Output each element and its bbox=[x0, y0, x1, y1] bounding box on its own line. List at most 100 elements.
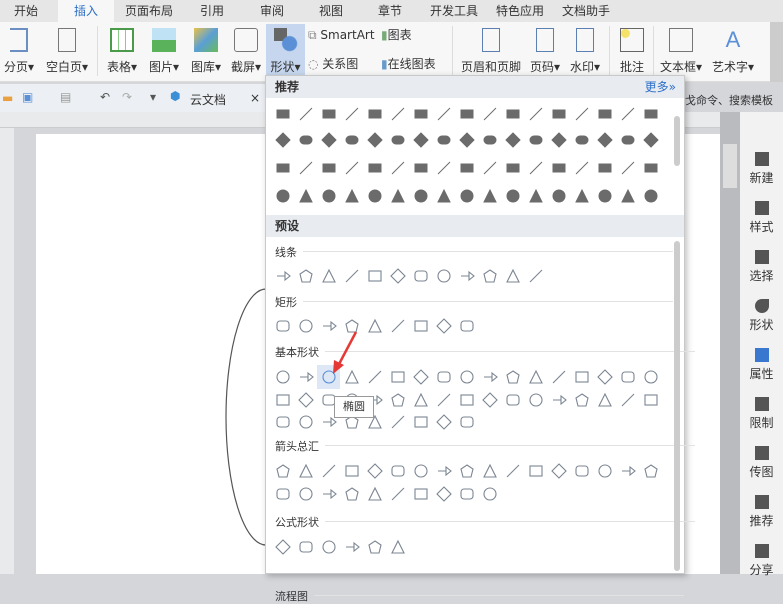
page-break-button[interactable]: 分页▾ bbox=[0, 24, 38, 80]
recommended-shape-option[interactable] bbox=[478, 102, 501, 126]
basic-shape-option[interactable] bbox=[593, 365, 616, 389]
arrows-shape-option[interactable] bbox=[271, 459, 294, 483]
basic-shape-option[interactable] bbox=[570, 365, 593, 389]
smartart-button[interactable]: ⧉ SmartArt bbox=[308, 26, 375, 44]
recommended-shape-option[interactable] bbox=[317, 156, 340, 180]
recommended-shape-option[interactable] bbox=[363, 102, 386, 126]
recommended-shape-option[interactable] bbox=[271, 156, 294, 180]
header-footer-button[interactable]: 页眉和页脚 bbox=[457, 24, 525, 80]
arrows-shape-option[interactable] bbox=[409, 459, 432, 483]
recommended-shape-option[interactable] bbox=[317, 128, 340, 152]
sidebar-item-4[interactable]: 属性 bbox=[740, 348, 783, 382]
tab-features[interactable]: 特色应用 bbox=[490, 0, 550, 22]
basic-shape-option[interactable] bbox=[409, 410, 432, 434]
recommended-shape-option[interactable] bbox=[317, 102, 340, 126]
recommended-shape-option[interactable] bbox=[386, 156, 409, 180]
recommended-shape-option[interactable] bbox=[547, 184, 570, 208]
lines-shape-option[interactable] bbox=[317, 264, 340, 288]
sidebar-item-5[interactable]: 限制 bbox=[740, 397, 783, 431]
arrows-shape-option[interactable] bbox=[432, 482, 455, 506]
arrows-shape-option[interactable] bbox=[547, 459, 570, 483]
sidebar-item-8[interactable]: 分享 bbox=[740, 544, 783, 578]
arrows-shape-option[interactable] bbox=[501, 459, 524, 483]
recommended-shape-option[interactable] bbox=[363, 184, 386, 208]
basic-shape-option[interactable] bbox=[386, 365, 409, 389]
arrows-shape-option[interactable] bbox=[363, 459, 386, 483]
arrows-shape-option[interactable] bbox=[455, 482, 478, 506]
page-number-button[interactable]: 页码▾ bbox=[527, 24, 563, 80]
recommended-shape-option[interactable] bbox=[639, 128, 662, 152]
arrows-shape-option[interactable] bbox=[639, 459, 662, 483]
recommended-shape-option[interactable] bbox=[409, 128, 432, 152]
basic-shape-option[interactable] bbox=[294, 410, 317, 434]
watermark-button[interactable]: 水印▾ bbox=[566, 24, 604, 80]
recommended-shape-option[interactable] bbox=[432, 156, 455, 180]
arrows-shape-option[interactable] bbox=[570, 459, 593, 483]
lines-shape-option[interactable] bbox=[432, 264, 455, 288]
equation-shape-option[interactable] bbox=[271, 535, 294, 559]
arrows-shape-option[interactable] bbox=[340, 459, 363, 483]
textbox-button[interactable]: 文本框▾ bbox=[657, 24, 705, 80]
recommended-shape-option[interactable] bbox=[593, 128, 616, 152]
recommended-shape-option[interactable] bbox=[570, 184, 593, 208]
recommended-shape-option[interactable] bbox=[386, 102, 409, 126]
arrows-shape-option[interactable] bbox=[593, 459, 616, 483]
basic-shape-option[interactable] bbox=[639, 365, 662, 389]
recommended-shape-option[interactable] bbox=[593, 102, 616, 126]
basic-shape-option[interactable] bbox=[432, 388, 455, 412]
recommended-shape-option[interactable] bbox=[340, 184, 363, 208]
sidebar-item-2[interactable]: 选择 bbox=[740, 250, 783, 284]
basic-shape-option[interactable] bbox=[501, 388, 524, 412]
recommended-shape-option[interactable] bbox=[409, 156, 432, 180]
recommended-shape-option[interactable] bbox=[340, 156, 363, 180]
recommended-shape-option[interactable] bbox=[455, 156, 478, 180]
recommended-shape-option[interactable] bbox=[524, 156, 547, 180]
rectangles-shape-option[interactable] bbox=[363, 314, 386, 338]
recommended-shape-option[interactable] bbox=[432, 102, 455, 126]
recommended-shape-option[interactable] bbox=[501, 156, 524, 180]
basic-shape-option[interactable] bbox=[409, 388, 432, 412]
sidebar-item-3[interactable]: 形状 bbox=[740, 299, 783, 333]
tab-insert[interactable]: 插入 bbox=[58, 0, 114, 22]
recommended-shape-option[interactable] bbox=[294, 184, 317, 208]
recommended-shape-option[interactable] bbox=[616, 156, 639, 180]
basic-shape-option[interactable] bbox=[409, 365, 432, 389]
arrows-shape-option[interactable] bbox=[294, 482, 317, 506]
screenshot-button[interactable]: 截屏▾ bbox=[226, 24, 266, 80]
basic-shape-option[interactable] bbox=[593, 388, 616, 412]
basic-shape-option[interactable] bbox=[524, 365, 547, 389]
recommended-scrollbar[interactable] bbox=[674, 116, 680, 166]
comment-button[interactable]: 批注 bbox=[614, 24, 650, 80]
arrows-shape-option[interactable] bbox=[317, 459, 340, 483]
recommended-shape-option[interactable] bbox=[409, 184, 432, 208]
recommended-shape-option[interactable] bbox=[340, 128, 363, 152]
arrows-shape-option[interactable] bbox=[455, 459, 478, 483]
chart-button[interactable]: ▮图表 bbox=[381, 26, 412, 44]
arrows-shape-option[interactable] bbox=[524, 459, 547, 483]
sidebar-item-7[interactable]: 推荐 bbox=[740, 495, 783, 529]
basic-shape-option[interactable] bbox=[524, 388, 547, 412]
equation-shape-option[interactable] bbox=[340, 535, 363, 559]
search-hint[interactable]: 戈命令、搜索模板 bbox=[685, 92, 773, 108]
undo-icon[interactable]: ↶ bbox=[100, 90, 110, 104]
basic-shape-option[interactable] bbox=[386, 388, 409, 412]
recommended-shape-option[interactable] bbox=[432, 184, 455, 208]
tab-home[interactable]: 开始 bbox=[4, 0, 48, 22]
recommended-shape-option[interactable] bbox=[478, 184, 501, 208]
arrows-shape-option[interactable] bbox=[363, 482, 386, 506]
arrows-shape-option[interactable] bbox=[478, 482, 501, 506]
arrows-shape-option[interactable] bbox=[340, 482, 363, 506]
arrows-shape-option[interactable] bbox=[432, 459, 455, 483]
lines-shape-option[interactable] bbox=[363, 264, 386, 288]
recommended-shape-option[interactable] bbox=[616, 102, 639, 126]
recommended-shape-option[interactable] bbox=[409, 102, 432, 126]
recommended-shape-option[interactable] bbox=[271, 102, 294, 126]
save-icon[interactable]: ▣ bbox=[22, 90, 33, 104]
tab-doc-assistant[interactable]: 文档助手 bbox=[556, 0, 616, 22]
basic-shape-option[interactable] bbox=[271, 365, 294, 389]
basic-shape-option[interactable] bbox=[547, 388, 570, 412]
recommended-shape-option[interactable] bbox=[340, 102, 363, 126]
rectangles-shape-option[interactable] bbox=[386, 314, 409, 338]
recommended-shape-option[interactable] bbox=[432, 128, 455, 152]
recommended-shape-option[interactable] bbox=[570, 156, 593, 180]
